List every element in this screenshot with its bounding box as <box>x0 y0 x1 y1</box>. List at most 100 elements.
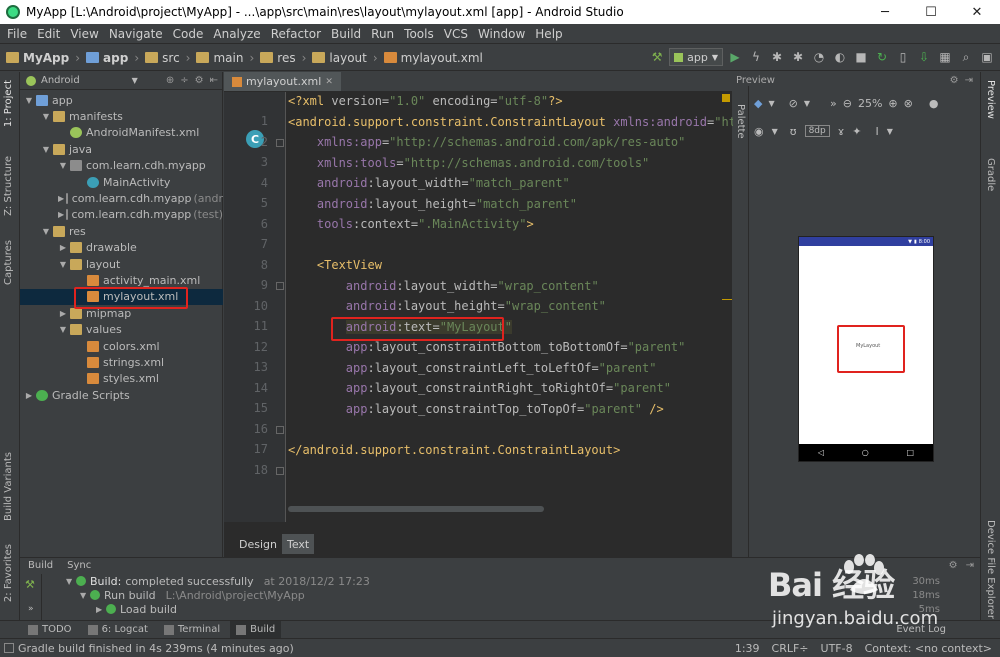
tab-build-variants[interactable]: Build Variants <box>3 452 14 521</box>
maximize-button[interactable]: ☐ <box>908 0 954 24</box>
gear-icon[interactable]: ⚙ <box>195 75 204 86</box>
horizontal-scrollbar[interactable] <box>288 506 544 512</box>
apply-changes-icon[interactable]: ϟ <box>747 48 765 66</box>
expanded-arrow-icon[interactable]: ▼ <box>41 145 51 154</box>
view-mode-select[interactable]: Android <box>41 75 80 86</box>
collapsed-arrow-icon[interactable]: ▶ <box>58 309 68 318</box>
expanded-arrow-icon[interactable]: ▼ <box>41 227 51 236</box>
menu-code[interactable]: Code <box>168 27 209 41</box>
tree-item[interactable]: AndroidManifest.xml <box>20 125 223 141</box>
attach-debugger-icon[interactable]: ✱ <box>789 48 807 66</box>
device-preview[interactable]: ▼ ▮ 8:00 MyLayout ◁ ○ □ <box>798 236 934 462</box>
tree-item[interactable]: colors.xml <box>20 338 223 354</box>
tree-item[interactable]: ▼ values <box>20 322 223 338</box>
tool-tab-terminal[interactable]: Terminal <box>158 621 226 639</box>
expanded-arrow-icon[interactable]: ▼ <box>24 96 34 105</box>
close-button[interactable]: ✕ <box>954 0 1000 24</box>
profile-icon[interactable]: ◔ <box>810 48 828 66</box>
close-tab-icon[interactable]: ✕ <box>325 77 333 87</box>
chevron-down-icon[interactable]: ▼ <box>887 127 893 136</box>
menu-view[interactable]: View <box>65 27 103 41</box>
warning-icon[interactable]: ● <box>929 97 939 110</box>
collapsed-arrow-icon[interactable]: ▶ <box>58 210 64 219</box>
code-line[interactable]: app:layout_constraintBottom_toBottomOf="… <box>288 340 686 360</box>
tab-device-file-explorer[interactable]: Device File Explorer <box>985 520 996 619</box>
collapsed-arrow-icon[interactable]: ▶ <box>58 243 68 252</box>
tab-project[interactable]: 1: Project <box>3 80 14 127</box>
tab-structure[interactable]: Z: Structure <box>3 156 14 216</box>
sync-target-icon[interactable]: ⊕ <box>166 75 174 86</box>
tree-item[interactable]: activity_main.xml <box>20 272 223 288</box>
zoom-in-icon[interactable]: ⊕ <box>888 97 897 110</box>
code-line[interactable]: <android.support.constraint.ConstraintLa… <box>288 115 750 135</box>
default-margin-select[interactable]: 8dp <box>804 125 830 137</box>
menu-help[interactable]: Help <box>530 27 567 41</box>
expanded-arrow-icon[interactable]: ▼ <box>66 577 76 586</box>
minimize-button[interactable]: ─ <box>862 0 908 24</box>
code-line[interactable]: tools:context=".MainActivity"> <box>288 217 534 237</box>
guidelines-icon[interactable]: I <box>876 125 879 138</box>
code-line[interactable]: android:layout_width="match_parent" <box>288 176 570 196</box>
tab-favorites[interactable]: 2: Favorites <box>3 544 14 602</box>
hammer-icon[interactable]: ⚒ <box>648 48 666 66</box>
chevron-down-icon[interactable]: ▼ <box>132 76 138 85</box>
zoom-out-icon[interactable]: ⊖ <box>843 97 852 110</box>
expanded-arrow-icon[interactable]: ▼ <box>58 260 68 269</box>
code-line[interactable]: <TextView <box>288 258 382 278</box>
code-line[interactable]: </android.support.constraint.ConstraintL… <box>288 443 620 463</box>
menu-navigate[interactable]: Navigate <box>104 27 168 41</box>
fold-marker-icon[interactable] <box>276 466 284 475</box>
orientation-icon[interactable]: ⊘ <box>789 97 798 110</box>
code-line[interactable]: xmlns:app="http://schemas.android.com/ap… <box>288 135 685 155</box>
expand-icon[interactable]: » <box>28 604 34 614</box>
hammer-icon[interactable]: ⚒ <box>25 578 35 591</box>
tree-item[interactable]: ▶ com.learn.cdh.myapp (andr <box>20 190 223 206</box>
code-line[interactable]: android:layout_width="wrap_content" <box>288 279 599 299</box>
expanded-arrow-icon[interactable]: ▼ <box>58 161 68 170</box>
sync-gradle-icon[interactable]: ↻ <box>873 48 891 66</box>
collapsed-arrow-icon[interactable]: ▶ <box>58 194 64 203</box>
tree-item[interactable]: ▶ Gradle Scripts <box>20 387 223 403</box>
menu-build[interactable]: Build <box>326 27 366 41</box>
tree-item[interactable]: ▼ java <box>20 141 223 157</box>
tab-captures[interactable]: Captures <box>3 240 14 285</box>
gear-icon[interactable]: ⚙ <box>950 75 959 86</box>
menu-vcs[interactable]: VCS <box>439 27 473 41</box>
tab-gradle[interactable]: Gradle <box>985 158 996 191</box>
run-config-select[interactable]: app ▼ <box>669 48 723 66</box>
tree-item[interactable]: ▶ drawable <box>20 240 223 256</box>
tab-palette[interactable]: Palette <box>735 104 746 139</box>
menu-tools[interactable]: Tools <box>399 27 439 41</box>
build-row[interactable]: ▼ Run build L:\Android\project\MyApp <box>80 588 305 602</box>
code-line[interactable]: <?xml version="1.0" encoding="utf-8"?> <box>288 94 563 114</box>
code-line[interactable]: xmlns:tools="http://schemas.android.com/… <box>288 156 649 176</box>
avd-manager-icon[interactable]: ▯ <box>894 48 912 66</box>
tool-windows-icon[interactable] <box>4 643 14 653</box>
menu-edit[interactable]: Edit <box>32 27 65 41</box>
tree-item[interactable]: ▼ app <box>20 92 223 108</box>
breadcrumb-res[interactable]: res › <box>254 51 306 65</box>
breadcrumb-main[interactable]: main › <box>190 51 254 65</box>
tool-tab-todo[interactable]: TODO <box>22 621 78 639</box>
menu-window[interactable]: Window <box>473 27 530 41</box>
zoom-fit-icon[interactable]: ⊗ <box>904 97 913 110</box>
fold-marker-icon[interactable] <box>276 425 284 434</box>
tree-item[interactable]: styles.xml <box>20 371 223 387</box>
tree-item[interactable]: ▼ res <box>20 223 223 239</box>
menu-analyze[interactable]: Analyze <box>208 27 265 41</box>
sdk-manager-icon[interactable]: ⇩ <box>915 48 933 66</box>
breadcrumb-layout[interactable]: layout › <box>306 51 378 65</box>
fold-marker-icon[interactable] <box>276 138 284 147</box>
code-line[interactable]: app:layout_constraintTop_toTopOf="parent… <box>288 402 664 422</box>
tree-item[interactable]: MainActivity <box>20 174 223 190</box>
layout-icon[interactable]: ▣ <box>978 48 996 66</box>
menu-refactor[interactable]: Refactor <box>266 27 326 41</box>
line-separator[interactable]: CRLF÷ <box>772 642 809 655</box>
project-structure-icon[interactable]: ▦ <box>936 48 954 66</box>
clear-constraints-icon[interactable]: ɤ <box>838 125 845 138</box>
magnet-icon[interactable]: ʊ <box>790 125 797 138</box>
code-line[interactable]: app:layout_constraintRight_toRightOf="pa… <box>288 381 671 401</box>
menu-run[interactable]: Run <box>366 27 399 41</box>
coverage-icon[interactable]: ◐ <box>831 48 849 66</box>
code-line[interactable]: android:layout_height="match_parent" <box>288 197 577 217</box>
